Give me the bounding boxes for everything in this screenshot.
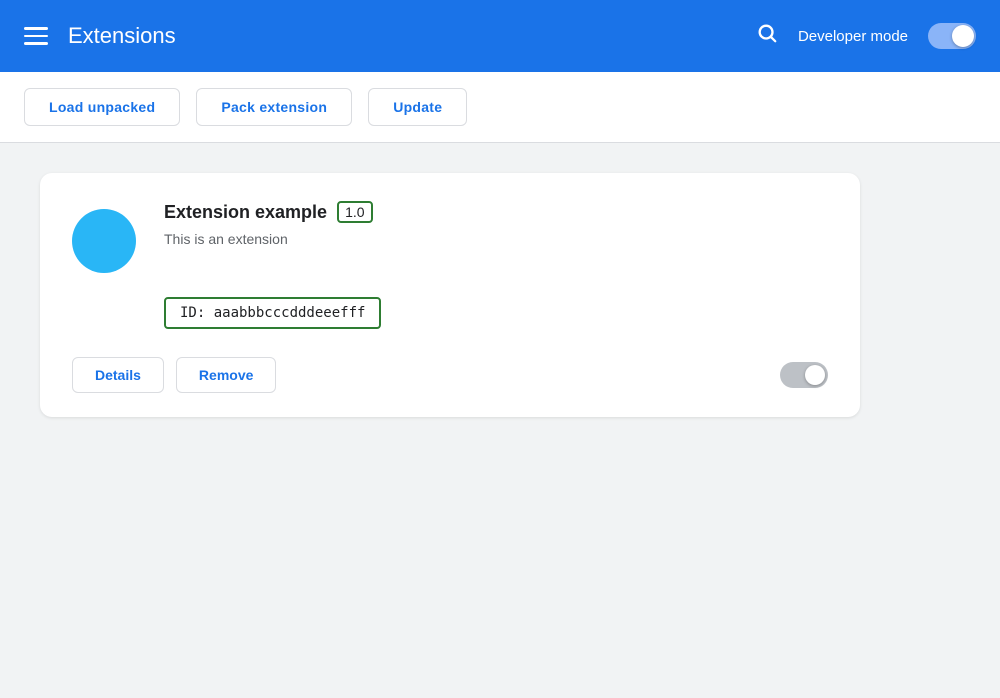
search-icon[interactable] (756, 22, 778, 50)
header-right: Developer mode (756, 22, 976, 50)
load-unpacked-button[interactable]: Load unpacked (24, 88, 180, 126)
update-button[interactable]: Update (368, 88, 467, 126)
developer-mode-label: Developer mode (798, 28, 908, 45)
action-buttons: Details Remove (72, 357, 276, 393)
extension-icon (72, 209, 136, 273)
pack-extension-button[interactable]: Pack extension (196, 88, 352, 126)
app-header: Extensions Developer mode (0, 0, 1000, 72)
developer-mode-toggle[interactable] (928, 23, 976, 49)
extension-name-row: Extension example 1.0 (164, 201, 828, 223)
extension-enabled-toggle[interactable] (780, 362, 828, 388)
toggle-knob (952, 25, 974, 47)
header-left: Extensions (24, 23, 176, 49)
extension-id-row: ID: aaabbbcccdddeeefff (164, 297, 828, 329)
version-badge: 1.0 (337, 201, 372, 223)
extension-card: Extension example 1.0 This is an extensi… (40, 173, 860, 417)
extension-id: ID: aaabbbcccdddeeefff (164, 297, 381, 329)
card-top: Extension example 1.0 This is an extensi… (72, 201, 828, 273)
details-button[interactable]: Details (72, 357, 164, 393)
page-title: Extensions (68, 23, 176, 49)
toolbar: Load unpacked Pack extension Update (0, 72, 1000, 143)
main-content: Extension example 1.0 This is an extensi… (0, 143, 1000, 447)
extension-description: This is an extension (164, 231, 828, 247)
remove-button[interactable]: Remove (176, 357, 276, 393)
extension-toggle-knob (805, 365, 825, 385)
hamburger-menu-icon[interactable] (24, 27, 48, 45)
card-actions: Details Remove (72, 357, 828, 393)
extension-info: Extension example 1.0 This is an extensi… (164, 201, 828, 247)
extension-name: Extension example (164, 202, 327, 223)
